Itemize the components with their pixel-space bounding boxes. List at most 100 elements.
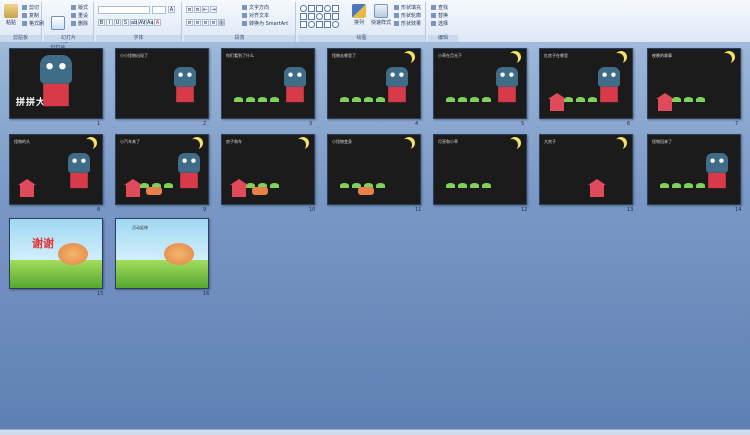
editing-group: 查找 替换 选择 编辑 — [428, 2, 458, 42]
layout-button[interactable]: 版式 — [71, 5, 88, 12]
slide-thumbnail[interactable]: 小小怪物出现了 — [115, 48, 209, 119]
cut-button[interactable]: 剪切 — [22, 5, 39, 12]
increase-indent-button[interactable]: ⇥ — [210, 6, 217, 13]
drawing-group-label: 绘图 — [298, 35, 425, 42]
format-painter-icon — [22, 21, 27, 26]
smartart-button[interactable]: 转换为 SmartArt — [242, 21, 288, 28]
monster-body — [180, 172, 198, 189]
shapes-gallery[interactable] — [300, 5, 344, 31]
slide-number: 16 — [203, 291, 210, 297]
shape-gallery-item[interactable] — [308, 5, 315, 12]
slide-thumbnail[interactable]: 活动延伸 — [115, 218, 209, 289]
shape-gallery-item[interactable] — [332, 13, 339, 20]
monster-eye — [46, 63, 53, 70]
grass-shape — [270, 97, 279, 102]
text-direction-button[interactable]: 文字方向 — [242, 5, 269, 12]
align-left-button[interactable]: ≡ — [186, 19, 193, 26]
shape-gallery-item[interactable] — [316, 13, 323, 20]
shape-gallery-item[interactable] — [300, 13, 307, 20]
slide-thumbnail[interactable]: 大房子 — [539, 134, 633, 205]
shape-effects-button[interactable]: 形状效果 — [394, 21, 421, 28]
shape-gallery-item[interactable] — [324, 21, 331, 28]
shape-gallery-item[interactable] — [324, 5, 331, 12]
font-name-select[interactable] — [98, 6, 150, 14]
monster-head — [174, 67, 196, 87]
children-illustration — [58, 243, 88, 265]
align-center-button[interactable]: ≡ — [194, 19, 201, 26]
slide-thumbnail[interactable]: 怪物去哪里了 — [327, 48, 421, 119]
slide-thumbnail[interactable]: 小草在月光下 — [433, 48, 527, 119]
shape-gallery-item[interactable] — [332, 5, 339, 12]
shape-gallery-item[interactable] — [316, 5, 323, 12]
clipboard-group-label: 剪贴板 — [0, 35, 41, 42]
slide-thumbnail[interactable]: 月亮和小草 — [433, 134, 527, 205]
slide-thumbnail[interactable]: 怪物回来了 — [647, 134, 741, 205]
arrange-icon — [352, 4, 366, 18]
shape-gallery-item[interactable] — [332, 21, 339, 28]
shape-gallery-item[interactable] — [316, 21, 323, 28]
find-button[interactable]: 查找 — [431, 5, 448, 12]
char-spacing-button[interactable]: AV — [138, 19, 146, 26]
slide-thumbnail[interactable]: 房子和车 — [221, 134, 315, 205]
reset-button[interactable]: 重设 — [71, 13, 88, 20]
shadow-button[interactable]: S — [122, 19, 129, 26]
slide-thumbnail[interactable]: 谢谢 — [9, 218, 103, 289]
copy-button[interactable]: 复制 — [22, 13, 39, 20]
slide-number: 10 — [309, 207, 316, 213]
slide-thumbnail[interactable]: 怪物的头 — [9, 134, 103, 205]
shape-outline-button[interactable]: 形状轮廓 — [394, 13, 421, 20]
bold-button[interactable]: B — [98, 19, 105, 26]
shape-gallery-item[interactable] — [308, 21, 315, 28]
justify-button[interactable]: ≡ — [210, 19, 217, 26]
shape-gallery-item[interactable] — [324, 13, 331, 20]
monster-body — [600, 86, 618, 103]
align-right-button[interactable]: ≡ — [202, 19, 209, 26]
shape-fill-button[interactable]: 形状填充 — [394, 5, 421, 12]
quick-styles-button[interactable]: 快速样式 — [370, 4, 392, 26]
paragraph-group-label: 段落 — [184, 35, 295, 42]
moon-shape — [82, 139, 94, 151]
columns-button[interactable]: ▥ — [218, 19, 225, 26]
font-size-select[interactable] — [152, 6, 166, 14]
slide-thumbnail[interactable]: 夜晚的故事 — [647, 48, 741, 119]
italic-button[interactable]: I — [106, 19, 113, 26]
delete-slide-button[interactable]: 删除 — [71, 21, 88, 28]
arrange-button[interactable]: 排列 — [350, 4, 368, 26]
strikethrough-button[interactable]: ab — [130, 19, 137, 26]
replace-icon — [431, 13, 436, 18]
decrease-indent-button[interactable]: ⇤ — [202, 6, 209, 13]
monster-eye — [59, 63, 66, 70]
slide-number: 11 — [415, 207, 422, 213]
monster-body — [708, 172, 726, 189]
shape-gallery-item[interactable] — [300, 5, 307, 12]
shape-gallery-item[interactable] — [308, 13, 315, 20]
select-button[interactable]: 选择 — [431, 21, 448, 28]
slide-number: 15 — [97, 291, 104, 297]
align-text-button[interactable]: 对齐文本 — [242, 13, 269, 20]
slide-thumbnail[interactable]: 红房子在哪里 — [539, 48, 633, 119]
underline-button[interactable]: U — [114, 19, 121, 26]
paste-button[interactable]: 粘贴 — [2, 4, 20, 26]
monster-eye — [178, 72, 183, 77]
slide-thumbnail[interactable]: 拼拼大怪物 — [9, 48, 103, 119]
slide-thumbnail[interactable]: 你们看到了什么 — [221, 48, 315, 119]
reset-icon — [71, 13, 76, 18]
slide-number: 7 — [735, 121, 739, 127]
font-color-button[interactable]: A — [154, 19, 161, 26]
grass-shape — [234, 97, 243, 102]
slide-number: 9 — [203, 207, 207, 213]
format-painter-button[interactable]: 格式刷 — [22, 21, 44, 28]
slide-thumbnail[interactable]: 小怪物变身 — [327, 134, 421, 205]
numbering-button[interactable]: ≡ — [194, 6, 201, 13]
monster-figure — [68, 153, 90, 189]
slide-text: 月亮和小草 — [438, 139, 458, 144]
slide-thumbnail[interactable]: 小汽车来了 — [115, 134, 209, 205]
change-case-button[interactable]: Aa — [146, 19, 153, 26]
shape-gallery-item[interactable] — [300, 21, 307, 28]
replace-button[interactable]: 替换 — [431, 13, 448, 20]
grass-shape — [470, 183, 479, 188]
monster-head — [706, 153, 728, 173]
grow-font-button[interactable]: A — [168, 6, 175, 13]
bullets-button[interactable]: ≡ — [186, 6, 193, 13]
monster-body — [43, 83, 69, 107]
